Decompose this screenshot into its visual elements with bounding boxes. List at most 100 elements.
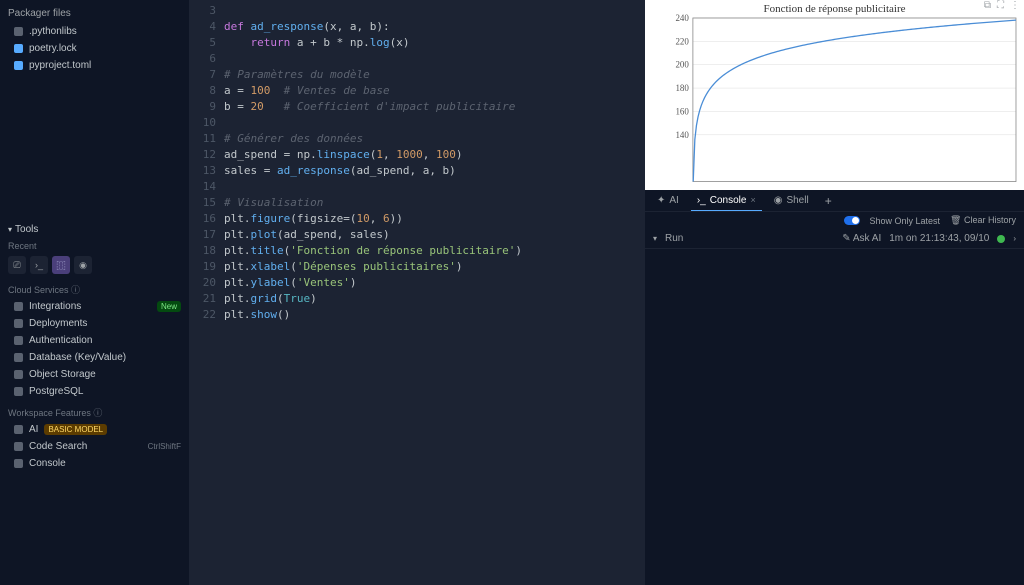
file-pyproject.toml[interactable]: pyproject.toml [0,57,189,74]
code-line[interactable]: sales = ad_response(ad_spend, a, b) [224,163,644,179]
chart-output: Fonction de réponse publicitaire 1401601… [645,0,1024,190]
tab-ai[interactable]: ✦ AI [651,190,685,211]
line-number: 14 [190,179,224,195]
svg-text:180: 180 [675,83,689,93]
code-line[interactable] [224,3,644,19]
file-icon [14,27,23,36]
code-line[interactable]: return a + b * np.log(x) [224,35,644,51]
service-icon [14,370,23,379]
recent-icon-4[interactable]: ◉ [74,256,92,274]
chevron-down-icon[interactable]: ▾ [653,234,657,243]
code-line[interactable]: ad_spend = np.linspace(1, 1000, 100) [224,147,644,163]
code-line[interactable]: b = 20 # Coefficient d'impact publicitai… [224,99,644,115]
status-dot-icon [997,235,1005,243]
line-number: 21 [190,291,224,307]
service-icon [14,353,23,362]
line-number: 19 [190,259,224,275]
tools-header[interactable]: ▾Tools [0,220,189,239]
workspace-code-search[interactable]: Code SearchCtrlShiftF [0,438,189,455]
cloud-integrations[interactable]: IntegrationsNew [0,298,189,315]
file-poetry.lock[interactable]: poetry.lock [0,40,189,57]
console-tabs: ✦ AI ›_ Console × ◉ Shell + [645,190,1024,212]
service-icon [14,442,23,451]
line-number: 7 [190,67,224,83]
line-number: 17 [190,227,224,243]
code-line[interactable]: plt.show() [224,307,644,323]
line-number: 16 [190,211,224,227]
line-number: 22 [190,307,224,323]
line-number: 5 [190,35,224,51]
code-line[interactable]: plt.figure(figsize=(10, 6)) [224,211,644,227]
sidebar: Packager files .pythonlibspoetry.lockpyp… [0,0,190,585]
line-number: 11 [190,131,224,147]
service-icon [14,459,23,468]
service-icon [14,387,23,396]
line-number: 8 [190,83,224,99]
tab-shell[interactable]: ◉ Shell [768,190,815,211]
svg-text:220: 220 [675,36,689,46]
new-badge: New [157,301,181,312]
cloud-authentication[interactable]: Authentication [0,332,189,349]
model-badge: BASIC MODEL [44,424,107,435]
add-tab-button[interactable]: + [821,194,836,208]
cloud-services-label: Cloud Services ⓘ [0,281,189,298]
workspace-console[interactable]: Console [0,455,189,472]
code-line[interactable]: a = 100 # Ventes de base [224,83,644,99]
recent-icon-1[interactable]: ⎚ [8,256,26,274]
show-latest-toggle[interactable] [844,216,860,225]
service-icon [14,302,23,311]
line-number: 20 [190,275,224,291]
recent-icons: ⎚ ›_ ⿲ ◉ [0,253,189,277]
recent-icon-3[interactable]: ⿲ [52,256,70,274]
workspace-ai[interactable]: AI BASIC MODEL [0,421,189,438]
svg-text:200: 200 [675,60,689,70]
code-line[interactable]: plt.title('Fonction de réponse publicita… [224,243,644,259]
panel-more-icon[interactable]: ⋮ [1010,0,1020,11]
workspace-features-label: Workspace Features ⓘ [0,404,189,421]
code-line[interactable] [224,51,644,67]
cloud-postgresql[interactable]: PostgreSQL [0,383,189,400]
run-label: Run [665,233,683,244]
line-number: 6 [190,51,224,67]
service-icon [14,336,23,345]
line-number: 4 [190,19,224,35]
code-area[interactable]: 34def ad_response(x, a, b):5 return a + … [190,0,644,585]
code-line[interactable]: plt.xlabel('Dépenses publicitaires') [224,259,644,275]
code-line[interactable]: # Visualisation [224,195,644,211]
service-icon [14,425,23,434]
cloud-object-storage[interactable]: Object Storage [0,366,189,383]
line-number: 18 [190,243,224,259]
console-controls: Show Only Latest 🗑 Clear History [645,212,1024,229]
file-.pythonlibs[interactable]: .pythonlibs [0,23,189,40]
panel-expand-icon[interactable]: ⛶ [997,0,1004,11]
code-line[interactable] [224,115,644,131]
svg-text:240: 240 [675,14,689,23]
clear-history-button[interactable]: 🗑 Clear History [950,215,1016,226]
recent-icon-2[interactable]: ›_ [30,256,48,274]
service-icon [14,319,23,328]
code-line[interactable]: plt.ylabel('Ventes') [224,275,644,291]
chevron-right-icon[interactable]: › [1013,234,1016,243]
panel-copy-icon[interactable]: ⧉ [984,0,991,11]
line-number: 9 [190,99,224,115]
cloud-database-key-value-[interactable]: Database (Key/Value) [0,349,189,366]
editor-pane: 34def ad_response(x, a, b):5 return a + … [190,0,644,585]
close-icon[interactable]: × [750,195,755,205]
tab-console[interactable]: ›_ Console × [691,190,762,211]
line-number: 13 [190,163,224,179]
code-line[interactable]: # Générer des données [224,131,644,147]
code-line[interactable] [224,179,644,195]
cloud-deployments[interactable]: Deployments [0,315,189,332]
line-number: 12 [190,147,224,163]
file-icon [14,61,23,70]
svg-text:140: 140 [675,130,689,140]
run-timestamp: 1m on 21:13:43, 09/10 [889,233,989,244]
shortcut-label: CtrlShiftF [148,442,181,451]
ask-ai-button[interactable]: ✎ Ask AI [842,233,881,244]
code-line[interactable]: plt.plot(ad_spend, sales) [224,227,644,243]
line-number: 10 [190,115,224,131]
code-line[interactable]: # Paramètres du modèle [224,67,644,83]
code-line[interactable]: plt.grid(True) [224,291,644,307]
recent-label: Recent [0,239,189,253]
code-line[interactable]: def ad_response(x, a, b): [224,19,644,35]
